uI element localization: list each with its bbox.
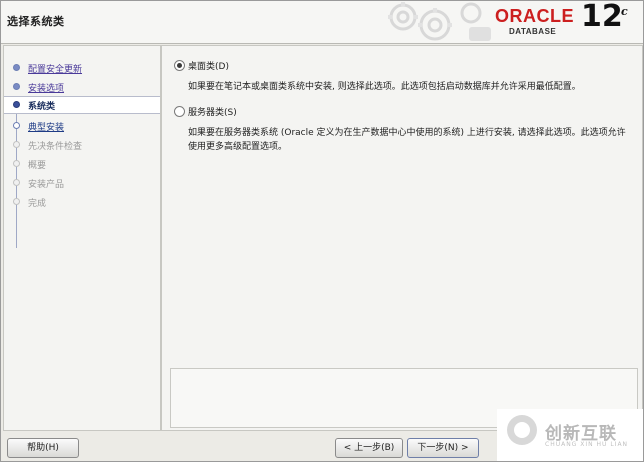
version-number: 12	[581, 1, 623, 34]
oracle-logo: ORACLE	[495, 6, 574, 26]
watermark: 创新互联 CHUANG XIN HU LIAN	[497, 409, 643, 461]
step-label: 概要	[28, 161, 47, 171]
step-label: 系统类	[28, 102, 56, 112]
watermark-logo-icon	[507, 415, 537, 445]
step-summary: 概要	[4, 156, 160, 173]
step-label: 配置安全更新	[28, 65, 83, 75]
desktop-class-label[interactable]: 桌面类(D)	[188, 59, 229, 72]
watermark-subtext: CHUANG XIN HU LIAN	[545, 441, 629, 448]
step-typical-install[interactable]: 典型安装	[4, 118, 160, 135]
step-pending-icon	[13, 179, 20, 186]
installer-window: 选择系统类 ORACLE DATABASE 12 c 配置安全更新 安装选项 系…	[0, 0, 644, 462]
page-title: 选择系统类	[7, 15, 65, 28]
step-label: 典型安装	[28, 123, 65, 133]
step-done-icon	[13, 64, 20, 71]
help-button[interactable]: 帮助(H)	[7, 438, 79, 458]
step-configure-security-updates[interactable]: 配置安全更新	[4, 60, 160, 77]
step-next-icon	[13, 122, 20, 129]
next-button[interactable]: 下一步(N) >	[407, 438, 479, 458]
step-finish: 完成	[4, 194, 160, 211]
step-pending-icon	[13, 160, 20, 167]
step-label: 完成	[28, 199, 47, 209]
main-panel: 桌面类(D) 如果要在笔记本或桌面类系统中安装, 则选择此选项。此选项包括启动数…	[161, 45, 643, 431]
step-label: 安装产品	[28, 180, 65, 190]
step-prerequisite-checks: 先决条件检查	[4, 137, 160, 154]
step-install-product: 安装产品	[4, 175, 160, 192]
database-logo-text: DATABASE	[509, 27, 557, 36]
gears-banner-icon	[388, 2, 491, 41]
step-label: 安装选项	[28, 84, 65, 94]
step-done-icon	[13, 83, 20, 90]
step-system-class[interactable]: 系统类	[4, 96, 160, 114]
server-class-radio[interactable]	[174, 106, 185, 117]
server-class-label[interactable]: 服务器类(S)	[188, 105, 237, 118]
step-pending-icon	[13, 198, 20, 205]
step-pending-icon	[13, 141, 20, 148]
step-label: 先决条件检查	[28, 142, 83, 152]
steps-sidebar: 配置安全更新 安装选项 系统类 典型安装 先决条件检查 概要 安装产品 完成	[3, 45, 161, 431]
step-current-icon	[13, 101, 20, 108]
back-button[interactable]: < 上一步(B)	[335, 438, 403, 458]
header-bar: 选择系统类 ORACLE DATABASE 12 c	[1, 1, 643, 44]
step-installation-option[interactable]: 安装选项	[4, 79, 160, 96]
desktop-class-description: 如果要在笔记本或桌面类系统中安装, 则选择此选项。此选项包括启动数据库并允许采用…	[188, 82, 581, 92]
server-class-description: 如果要在服务器类系统 (Oracle 定义为在生产数据中心中使用的系统) 上进行…	[188, 128, 626, 152]
desktop-class-radio[interactable]	[174, 60, 185, 71]
version-suffix: c	[621, 5, 628, 18]
